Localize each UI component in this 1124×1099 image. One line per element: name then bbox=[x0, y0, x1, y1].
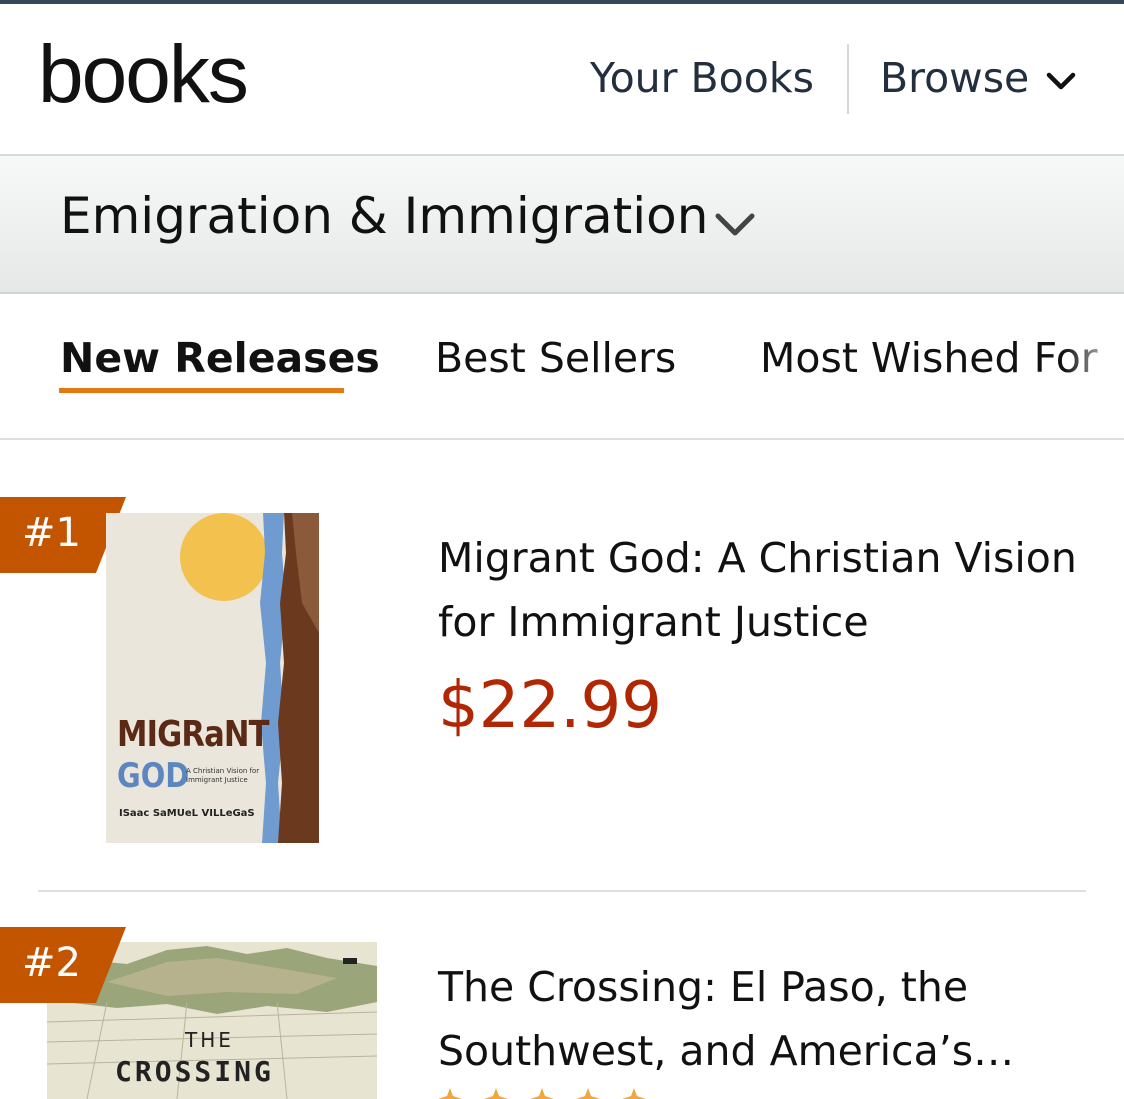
rank-number: #1 bbox=[22, 510, 81, 556]
tab-most-wished-for[interactable]: Most Wished For bbox=[760, 338, 1098, 379]
tab-overflow-fade bbox=[1064, 324, 1124, 394]
cover-subtitle-line1: A Christian Vision for bbox=[186, 767, 260, 775]
list-tabs: New Releases Best Sellers Most Wished Fo… bbox=[0, 294, 1124, 440]
rating-stars bbox=[438, 1088, 646, 1099]
cover-author: ISaac SaMUeL VILLeGaS bbox=[119, 808, 255, 819]
tab-best-sellers[interactable]: Best Sellers bbox=[435, 338, 676, 379]
book-price: $22.99 bbox=[438, 669, 662, 743]
cover-title-line1: THE bbox=[185, 1028, 234, 1052]
browse-menu-button[interactable]: Browse bbox=[880, 58, 1029, 99]
active-tab-indicator bbox=[59, 388, 344, 393]
cover-title-line2: GOD bbox=[117, 756, 190, 796]
category-selector[interactable]: Emigration & Immigration bbox=[0, 154, 1124, 294]
book-cover[interactable]: MIGRaNT GOD A Christian Vision for Immig… bbox=[106, 513, 319, 843]
rank-number: #2 bbox=[22, 940, 81, 986]
books-logo[interactable]: books bbox=[38, 34, 249, 116]
cover-subtitle-line2: Immigrant Justice bbox=[186, 776, 248, 784]
item-divider bbox=[38, 890, 1086, 892]
chevron-down-icon[interactable] bbox=[1044, 66, 1078, 96]
nav-divider bbox=[847, 44, 849, 114]
your-books-link[interactable]: Your Books bbox=[590, 58, 814, 99]
category-title[interactable]: Emigration & Immigration bbox=[60, 187, 708, 246]
book-title[interactable]: The Crossing: El Paso, the Southwest, an… bbox=[438, 955, 1078, 1083]
cover-title-line2: CROSSING bbox=[115, 1055, 274, 1088]
tab-new-releases[interactable]: New Releases bbox=[60, 338, 380, 379]
app-header: books Your Books Browse bbox=[0, 4, 1124, 154]
cover-title-line1: MIGRaNT bbox=[117, 714, 270, 755]
chevron-down-icon[interactable] bbox=[712, 204, 758, 244]
book-title[interactable]: Migrant God: A Christian Vision for Immi… bbox=[438, 526, 1078, 654]
